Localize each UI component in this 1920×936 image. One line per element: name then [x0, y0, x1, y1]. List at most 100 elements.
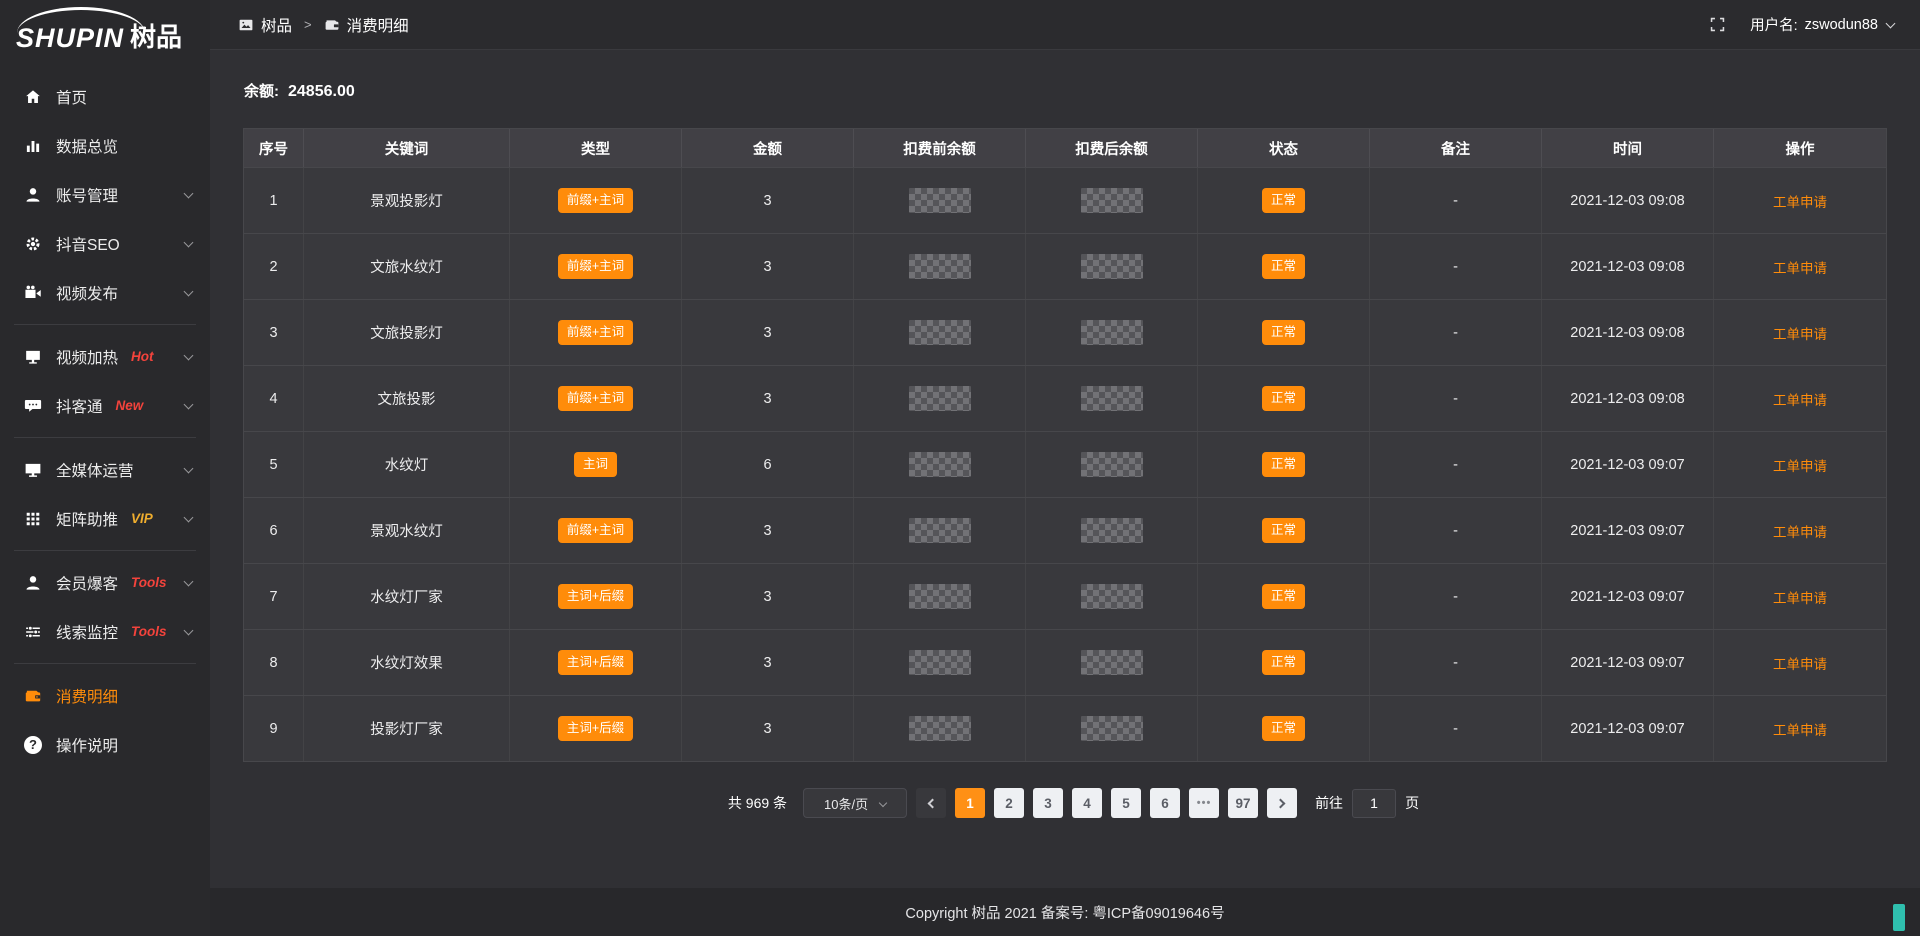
- ticket-request-link[interactable]: 工单申请: [1773, 455, 1827, 475]
- page-button[interactable]: 97: [1228, 788, 1258, 818]
- table-row: 2 文旅水纹灯 前缀+主词 3 正常 - 2021-12-03 09:08 工单…: [244, 233, 1886, 299]
- type-badge: 主词+后缀: [558, 716, 633, 741]
- cell-keyword: 水纹灯厂家: [304, 564, 510, 629]
- sidebar-item-video-publish[interactable]: 视频发布: [0, 268, 210, 317]
- monitor-icon: [23, 460, 43, 480]
- page-button[interactable]: 4: [1072, 788, 1102, 818]
- cell-remark: -: [1370, 300, 1542, 365]
- cell-type: 前缀+主词: [510, 366, 682, 431]
- sidebar-item-media-operation[interactable]: 全媒体运营: [0, 445, 210, 494]
- main-column: 树品 > 消费明细 用户名: zswodun88: [210, 0, 1920, 936]
- fullscreen-icon[interactable]: [1709, 16, 1726, 33]
- column-header: 扣费后余额: [1026, 129, 1198, 167]
- redacted-value: [909, 188, 971, 213]
- redacted-value: [1081, 518, 1143, 543]
- breadcrumb-home[interactable]: 树品: [238, 14, 292, 36]
- page-button[interactable]: 3: [1033, 788, 1063, 818]
- next-page-button[interactable]: [1267, 788, 1297, 818]
- ticket-request-link[interactable]: 工单申请: [1773, 257, 1827, 277]
- ticket-request-link[interactable]: 工单申请: [1773, 521, 1827, 541]
- status-badge: 正常: [1262, 254, 1305, 279]
- sidebar-item-account-management[interactable]: 账号管理: [0, 170, 210, 219]
- redacted-value: [1081, 386, 1143, 411]
- sidebar-item-home[interactable]: 首页: [0, 72, 210, 121]
- cell-balance-before: [854, 696, 1026, 761]
- cell-time: 2021-12-03 09:07: [1542, 498, 1714, 563]
- table-row: 6 景观水纹灯 前缀+主词 3 正常 - 2021-12-03 09:07 工单…: [244, 497, 1886, 563]
- sidebar-item-clue-monitor[interactable]: 线索监控 Tools: [0, 607, 210, 656]
- floating-widget[interactable]: [1893, 904, 1905, 931]
- chevron-down-icon: [184, 188, 194, 198]
- cell-amount: 3: [682, 234, 854, 299]
- type-badge: 主词+后缀: [558, 584, 633, 609]
- goto-suffix: 页: [1405, 793, 1419, 813]
- tools-tag: Tools: [131, 624, 167, 639]
- ticket-request-link[interactable]: 工单申请: [1773, 389, 1827, 409]
- status-badge: 正常: [1262, 452, 1305, 477]
- table-row: 3 文旅投影灯 前缀+主词 3 正常 - 2021-12-03 09:08 工单…: [244, 299, 1886, 365]
- menu-divider: [14, 324, 196, 325]
- home-icon: [23, 87, 43, 107]
- cell-index: 8: [244, 630, 304, 695]
- sidebar-item-douyin-seo[interactable]: 抖音SEO: [0, 219, 210, 268]
- cell-balance-after: [1026, 498, 1198, 563]
- cell-amount: 3: [682, 366, 854, 431]
- status-badge: 正常: [1262, 518, 1305, 543]
- cell-action: 工单申请: [1714, 168, 1886, 233]
- cell-action: 工单申请: [1714, 234, 1886, 299]
- breadcrumb-label: 树品: [261, 14, 292, 36]
- sidebar-item-label: 数据总览: [56, 135, 118, 157]
- ticket-request-link[interactable]: 工单申请: [1773, 587, 1827, 607]
- redacted-value: [1081, 716, 1143, 741]
- page-button[interactable]: 5: [1111, 788, 1141, 818]
- sidebar-item-matrix-boost[interactable]: 矩阵助推 VIP: [0, 494, 210, 543]
- more-pages-button[interactable]: •••: [1189, 788, 1219, 818]
- cell-type: 前缀+主词: [510, 300, 682, 365]
- chevron-down-icon: [184, 399, 194, 409]
- ticket-request-link[interactable]: 工单申请: [1773, 323, 1827, 343]
- sidebar-item-data-overview[interactable]: 数据总览: [0, 121, 210, 170]
- sidebar-item-consumption-detail[interactable]: 消费明细: [0, 671, 210, 720]
- user-menu[interactable]: 用户名: zswodun88: [1750, 14, 1894, 35]
- table-row: 8 水纹灯效果 主词+后缀 3 正常 - 2021-12-03 09:07 工单…: [244, 629, 1886, 695]
- breadcrumb-current[interactable]: 消费明细: [324, 14, 409, 36]
- cell-balance-after: [1026, 366, 1198, 431]
- cell-index: 4: [244, 366, 304, 431]
- table-row: 7 水纹灯厂家 主词+后缀 3 正常 - 2021-12-03 09:07 工单…: [244, 563, 1886, 629]
- status-badge: 正常: [1262, 716, 1305, 741]
- column-header: 扣费前余额: [854, 129, 1026, 167]
- prev-page-button[interactable]: [916, 788, 946, 818]
- ticket-request-link[interactable]: 工单申请: [1773, 719, 1827, 739]
- cell-index: 2: [244, 234, 304, 299]
- sidebar-item-member-tools[interactable]: 会员爆客 Tools: [0, 558, 210, 607]
- status-badge: 正常: [1262, 584, 1305, 609]
- cell-action: 工单申请: [1714, 300, 1886, 365]
- status-badge: 正常: [1262, 320, 1305, 345]
- column-header: 时间: [1542, 129, 1714, 167]
- cell-type: 主词: [510, 432, 682, 497]
- sidebar-item-doukertong[interactable]: 抖客通 New: [0, 381, 210, 430]
- table-row: 5 水纹灯 主词 6 正常 - 2021-12-03 09:07 工单申请: [244, 431, 1886, 497]
- status-badge: 正常: [1262, 386, 1305, 411]
- page-size-select[interactable]: 10条/页: [803, 788, 907, 818]
- cell-time: 2021-12-03 09:08: [1542, 234, 1714, 299]
- sidebar-item-label: 操作说明: [56, 734, 118, 756]
- redacted-value: [909, 386, 971, 411]
- page-button[interactable]: 2: [994, 788, 1024, 818]
- chevron-down-icon: [184, 237, 194, 247]
- goto-page-input[interactable]: [1352, 789, 1396, 818]
- username-label: 用户名:: [1750, 14, 1798, 35]
- sidebar-item-label: 消费明细: [56, 685, 118, 707]
- menu-divider: [14, 437, 196, 438]
- page-button[interactable]: 1: [955, 788, 985, 818]
- cell-type: 前缀+主词: [510, 498, 682, 563]
- sidebar-item-instructions[interactable]: 操作说明: [0, 720, 210, 769]
- page-button[interactable]: 6: [1150, 788, 1180, 818]
- sidebar-item-video-heating[interactable]: 视频加热 Hot: [0, 332, 210, 381]
- ticket-request-link[interactable]: 工单申请: [1773, 653, 1827, 673]
- cell-time: 2021-12-03 09:07: [1542, 564, 1714, 629]
- cell-index: 6: [244, 498, 304, 563]
- sidebar-item-label: 视频发布: [56, 282, 118, 304]
- cell-index: 5: [244, 432, 304, 497]
- ticket-request-link[interactable]: 工单申请: [1773, 191, 1827, 211]
